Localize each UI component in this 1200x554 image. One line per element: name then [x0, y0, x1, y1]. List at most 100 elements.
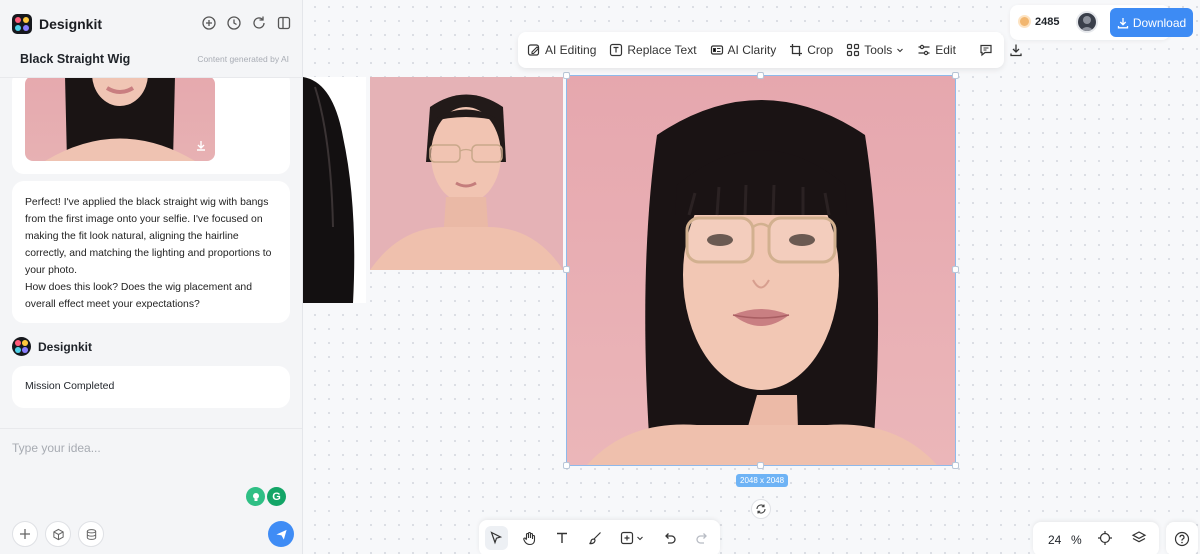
canvas-image-wig[interactable]	[303, 77, 366, 303]
tools-dropdown[interactable]: Tools	[846, 43, 904, 57]
crop-icon	[790, 44, 803, 56]
ai-generated-note: Content generated by AI	[197, 54, 289, 64]
resize-handle-right[interactable]	[952, 266, 959, 273]
brush-tool[interactable]	[583, 526, 606, 550]
zoom-unit: %	[1071, 533, 1082, 547]
send-icon	[275, 529, 287, 540]
bot-name: Designkit	[38, 339, 93, 354]
undo-button[interactable]	[658, 526, 681, 550]
history-icon[interactable]	[226, 15, 242, 31]
hand-tool[interactable]	[518, 526, 541, 550]
chat-input-area: G	[0, 428, 302, 554]
credits-coin-icon	[1018, 15, 1031, 28]
download-icon	[1117, 17, 1128, 28]
help-button[interactable]	[1166, 522, 1198, 554]
undo-icon	[665, 532, 676, 544]
assistant-message-text: Perfect! I've applied the black straight…	[25, 197, 272, 310]
selection-frame[interactable]	[566, 75, 956, 466]
ai-editing-icon	[527, 44, 540, 56]
image-toolbar: AI Editing Replace Text AI Clarity Crop …	[518, 32, 1022, 68]
add-icon[interactable]	[12, 521, 38, 547]
download-icon	[1010, 44, 1022, 57]
database-icon[interactable]	[78, 521, 104, 547]
download-icon[interactable]	[195, 140, 207, 155]
crop-label: Crop	[807, 43, 834, 57]
ai-editing-button[interactable]: AI Editing	[527, 43, 596, 57]
add-shape-tool[interactable]	[616, 526, 648, 550]
fit-to-screen-icon[interactable]	[1097, 530, 1113, 549]
resize-handle-top-right[interactable]	[952, 72, 959, 79]
text-icon	[556, 532, 567, 543]
credits-count[interactable]: 2485	[1035, 16, 1059, 28]
replace-text-button[interactable]: Replace Text	[609, 43, 697, 57]
edit-label: Edit	[935, 43, 956, 57]
help-icon	[1174, 531, 1190, 547]
edit-button[interactable]: Edit	[917, 43, 956, 57]
grammarly-icon[interactable]: G	[267, 487, 286, 506]
brush-icon	[589, 532, 601, 545]
hand-icon	[522, 531, 535, 545]
rotate-button[interactable]	[751, 499, 771, 519]
comment-icon	[980, 44, 992, 57]
generated-image-thumbnail[interactable]	[25, 76, 215, 161]
bot-header: Designkit	[12, 337, 92, 356]
resize-handle-top[interactable]	[757, 72, 764, 79]
designkit-logo-icon	[12, 337, 31, 356]
toolbar-download-button[interactable]	[1009, 43, 1023, 57]
prompt-input[interactable]	[12, 441, 282, 455]
ai-editing-label: AI Editing	[545, 43, 597, 57]
canvas-image-selfie[interactable]	[370, 77, 563, 270]
resize-handle-bottom-right[interactable]	[952, 462, 959, 469]
chat-panel: Perfect! I've applied the black straight…	[0, 0, 303, 554]
grammar-extension: G	[246, 487, 286, 506]
header-actions	[201, 15, 292, 31]
generated-image-card	[12, 70, 290, 174]
adjust-sliders-icon	[918, 44, 930, 56]
input-tools	[12, 521, 104, 547]
select-icon	[490, 531, 503, 545]
avatar-image	[1080, 16, 1094, 31]
cube-icon[interactable]	[45, 521, 71, 547]
zoom-value[interactable]: 24	[1048, 533, 1061, 547]
brand-name: Designkit	[39, 16, 103, 32]
redo-icon	[696, 532, 707, 544]
add-shape-icon	[621, 531, 634, 545]
resize-handle-left[interactable]	[563, 266, 570, 273]
ai-clarity-label: AI Clarity	[727, 43, 777, 57]
rotate-icon	[756, 504, 766, 514]
lightbulb-icon[interactable]	[246, 487, 265, 506]
select-tool[interactable]	[485, 526, 508, 550]
text-tool[interactable]	[551, 526, 574, 550]
status-message: Mission Completed	[12, 366, 290, 408]
sidebar-collapse-icon[interactable]	[276, 15, 292, 31]
chat-title: Black Straight Wig	[20, 52, 131, 66]
replace-text-label: Replace Text	[627, 43, 697, 57]
chevron-down-icon	[637, 536, 644, 541]
download-button[interactable]: Download	[1110, 8, 1193, 37]
chevron-down-icon	[897, 48, 904, 53]
brand[interactable]: Designkit	[12, 14, 102, 34]
ai-clarity-icon	[710, 45, 723, 55]
refresh-icon[interactable]	[251, 15, 267, 31]
selfie-image-graphic	[370, 77, 563, 270]
crop-button[interactable]: Crop	[789, 43, 833, 57]
replace-text-icon	[610, 43, 623, 57]
new-chat-icon[interactable]	[201, 15, 217, 31]
status-text: Mission Completed	[25, 380, 115, 392]
wig-image-graphic	[303, 77, 355, 303]
ai-clarity-button[interactable]: AI Clarity	[710, 43, 777, 57]
redo-button[interactable]	[691, 526, 714, 550]
avatar[interactable]	[1076, 11, 1098, 33]
tools-grid-icon	[847, 43, 860, 57]
panel-header: Designkit Black Straight Wig Content gen…	[0, 0, 302, 78]
dimension-badge: 2048 x 2048	[736, 474, 789, 487]
portrait-thumbnail-graphic	[45, 76, 195, 161]
resize-handle-top-left[interactable]	[563, 72, 570, 79]
layers-icon[interactable]	[1131, 530, 1147, 549]
tools-label: Tools	[864, 43, 893, 57]
send-button[interactable]	[268, 521, 294, 547]
resize-handle-bottom[interactable]	[757, 462, 764, 469]
download-label: Download	[1132, 15, 1187, 30]
resize-handle-bottom-left[interactable]	[563, 462, 570, 469]
comment-button[interactable]	[979, 43, 993, 57]
